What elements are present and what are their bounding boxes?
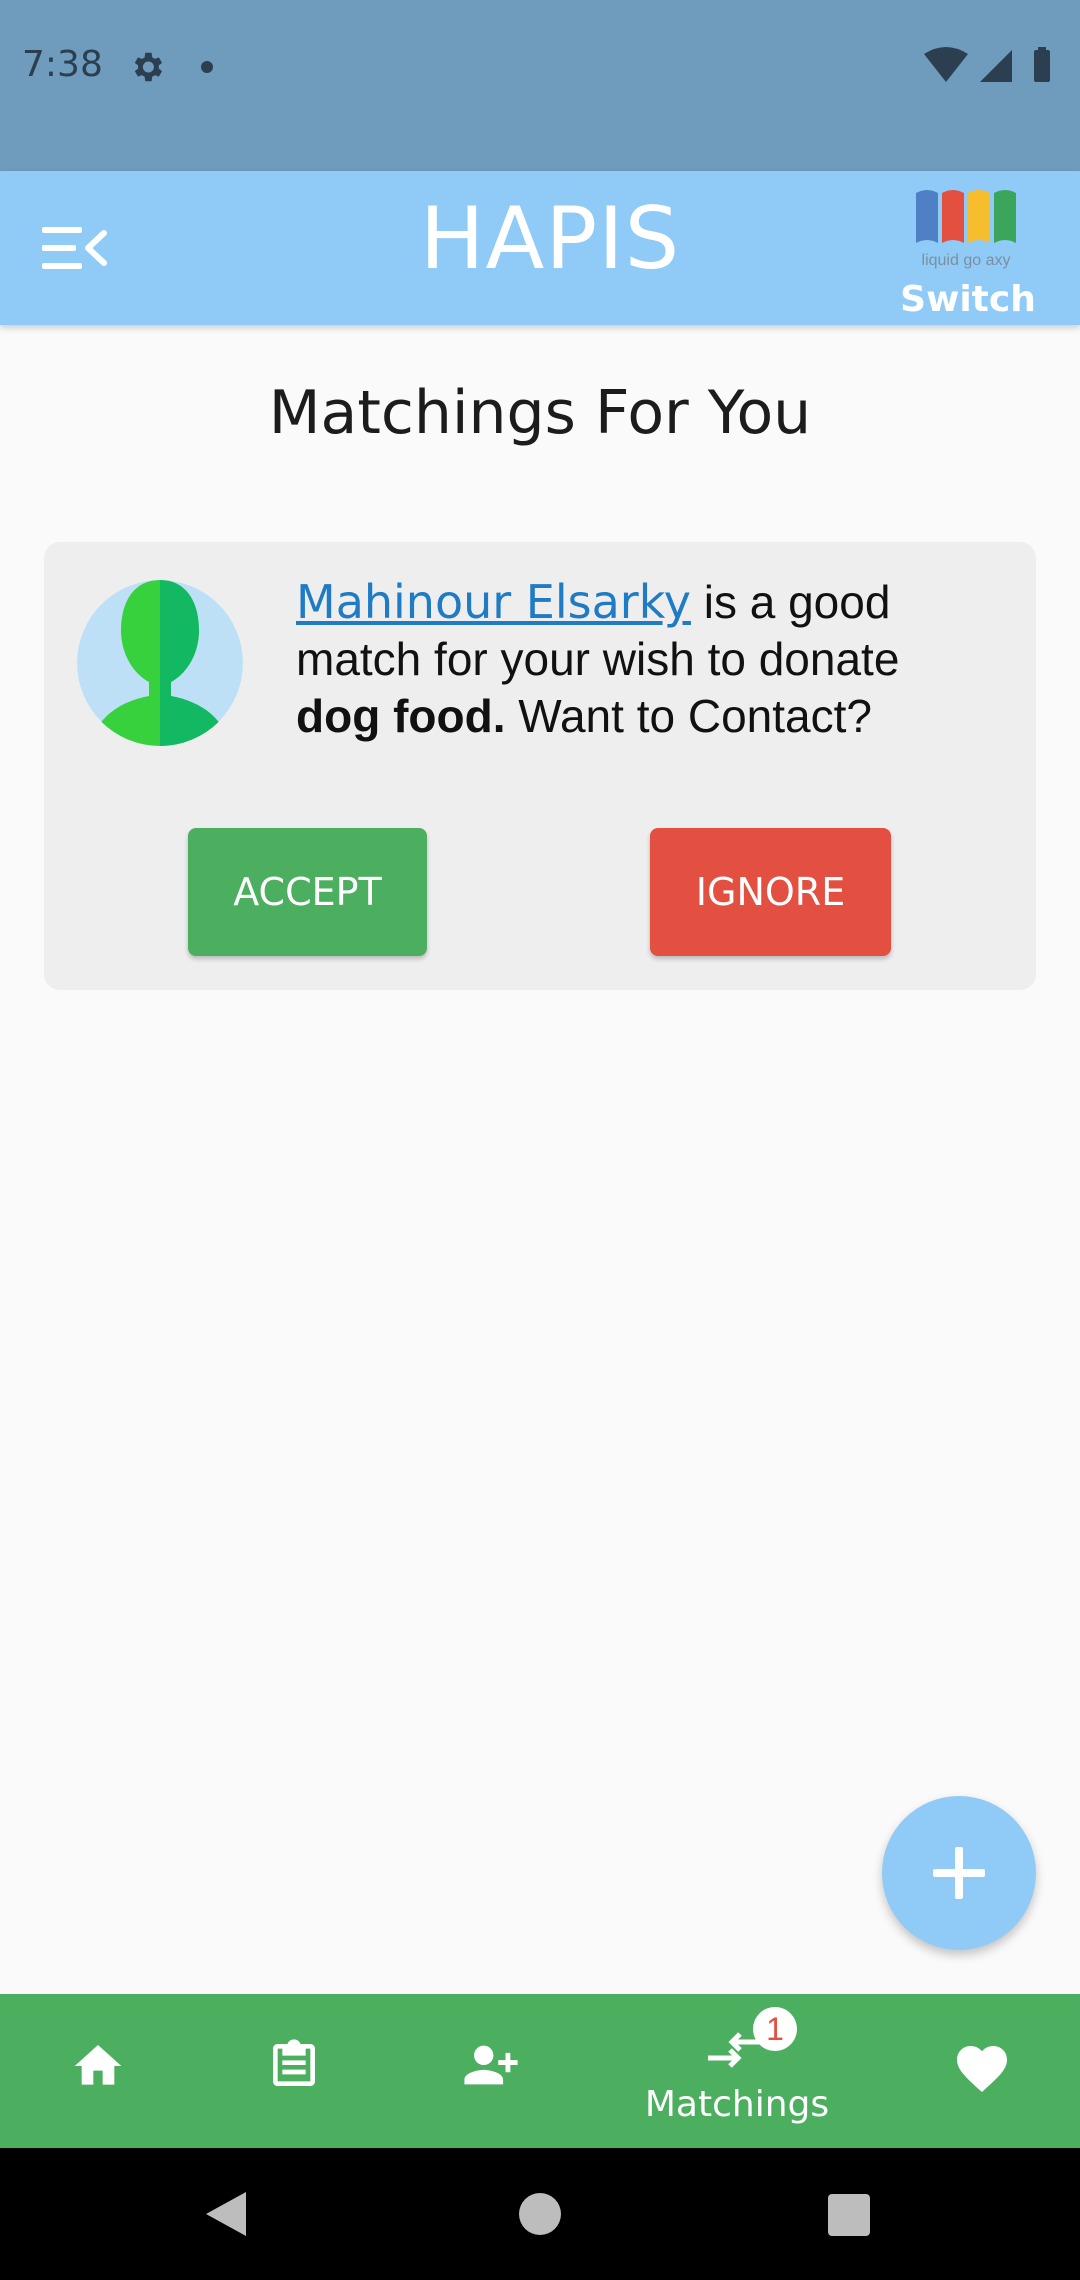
wifi-icon bbox=[924, 47, 968, 82]
add-user-icon bbox=[464, 2045, 518, 2085]
signal-icon bbox=[980, 50, 1012, 82]
matchings-badge: 1 bbox=[753, 2007, 797, 2051]
nav-home[interactable] bbox=[0, 1994, 196, 2148]
match-text-part2: Want to Contact? bbox=[505, 690, 872, 742]
notification-dot-icon bbox=[201, 61, 213, 73]
back-icon[interactable] bbox=[204, 2190, 248, 2238]
page-title: Matchings For You bbox=[268, 378, 812, 448]
nav-favorites[interactable] bbox=[884, 1994, 1080, 2148]
avatar bbox=[77, 580, 243, 746]
liquid-galaxy-logo[interactable]: liquid go axy bbox=[914, 185, 1024, 275]
plus-icon bbox=[933, 1847, 985, 1899]
accept-button[interactable]: ACCEPT bbox=[188, 828, 427, 956]
logo-caption: liquid go axy bbox=[922, 252, 1011, 269]
nav-add-user[interactable] bbox=[392, 1994, 588, 2148]
nav-matchings-label: Matchings bbox=[644, 2084, 830, 2125]
bottom-nav: Matchings bbox=[0, 1994, 1080, 2148]
match-item: dog food. bbox=[296, 690, 506, 742]
status-time: 7:38 bbox=[22, 44, 103, 85]
add-fab-button[interactable] bbox=[882, 1796, 1036, 1950]
nav-list[interactable] bbox=[196, 1994, 392, 2148]
battery-icon bbox=[1034, 47, 1050, 82]
recents-icon[interactable] bbox=[828, 2194, 870, 2236]
app-bar: HAPIS liquid go axy Switch bbox=[0, 171, 1080, 325]
system-nav-bar bbox=[0, 2148, 1080, 2280]
gear-icon bbox=[134, 52, 163, 82]
switch-button[interactable]: Switch bbox=[900, 279, 1036, 320]
match-description: Mahinour Elsarky is a good match for you… bbox=[296, 574, 996, 745]
clipboard-icon bbox=[273, 2039, 315, 2086]
status-bar: 7:38 bbox=[0, 0, 1080, 171]
heart-icon bbox=[957, 2046, 1007, 2092]
ignore-button[interactable]: IGNORE bbox=[650, 828, 891, 956]
match-name-link[interactable]: Mahinour Elsarky bbox=[296, 575, 691, 629]
status-icons bbox=[924, 47, 1050, 82]
home-icon bbox=[74, 2045, 122, 2085]
home-circle-icon[interactable] bbox=[518, 2192, 562, 2236]
